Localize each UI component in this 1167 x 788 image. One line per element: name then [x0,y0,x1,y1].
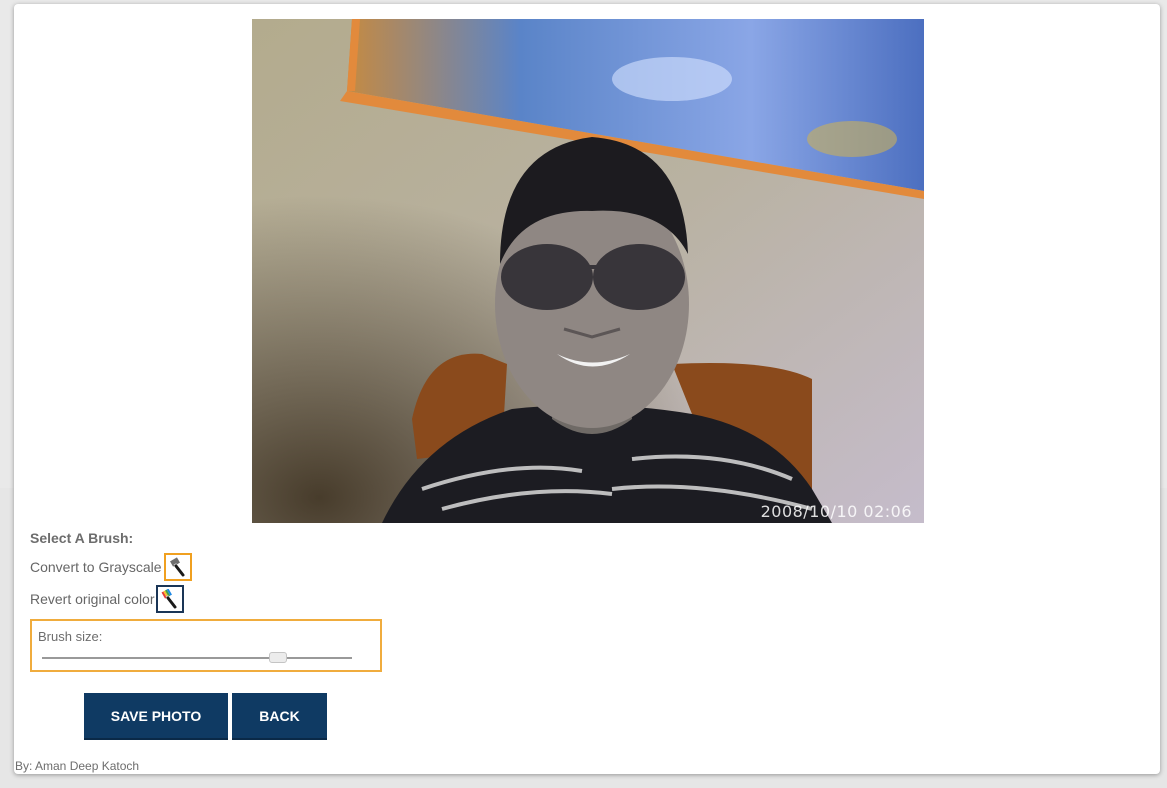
brush-size-panel: Brush size: [30,619,382,672]
brush-size-label: Brush size: [38,629,103,644]
grayscale-brush-row: Convert to Grayscale [30,553,192,581]
save-photo-button[interactable]: SAVE PHOTO [84,693,228,740]
brush-heading: Select A Brush: [30,530,134,546]
editor-panel: 2008/10/10 02:06 Select A Brush: Convert… [14,4,1160,774]
author-credit: By: Aman Deep Katoch [15,759,140,773]
back-button[interactable]: BACK [232,693,327,740]
revert-brush-row: Revert original color [30,585,184,613]
brush-size-slider-fill [42,657,278,659]
grayscale-brush-button[interactable] [163,553,192,581]
rainbow-paintbrush-icon [161,589,176,609]
photo-image [252,19,924,523]
grayscale-brush-label: Convert to Grayscale [30,559,162,575]
brush-size-slider[interactable] [42,652,352,663]
revert-brush-button[interactable] [155,585,184,613]
photo-canvas[interactable]: 2008/10/10 02:06 [252,19,924,523]
brush-size-slider-handle[interactable] [268,652,287,663]
gray-paintbrush-icon [169,557,184,577]
photo-timestamp: 2008/10/10 02:06 [760,502,912,521]
revert-brush-label: Revert original color [30,591,155,607]
